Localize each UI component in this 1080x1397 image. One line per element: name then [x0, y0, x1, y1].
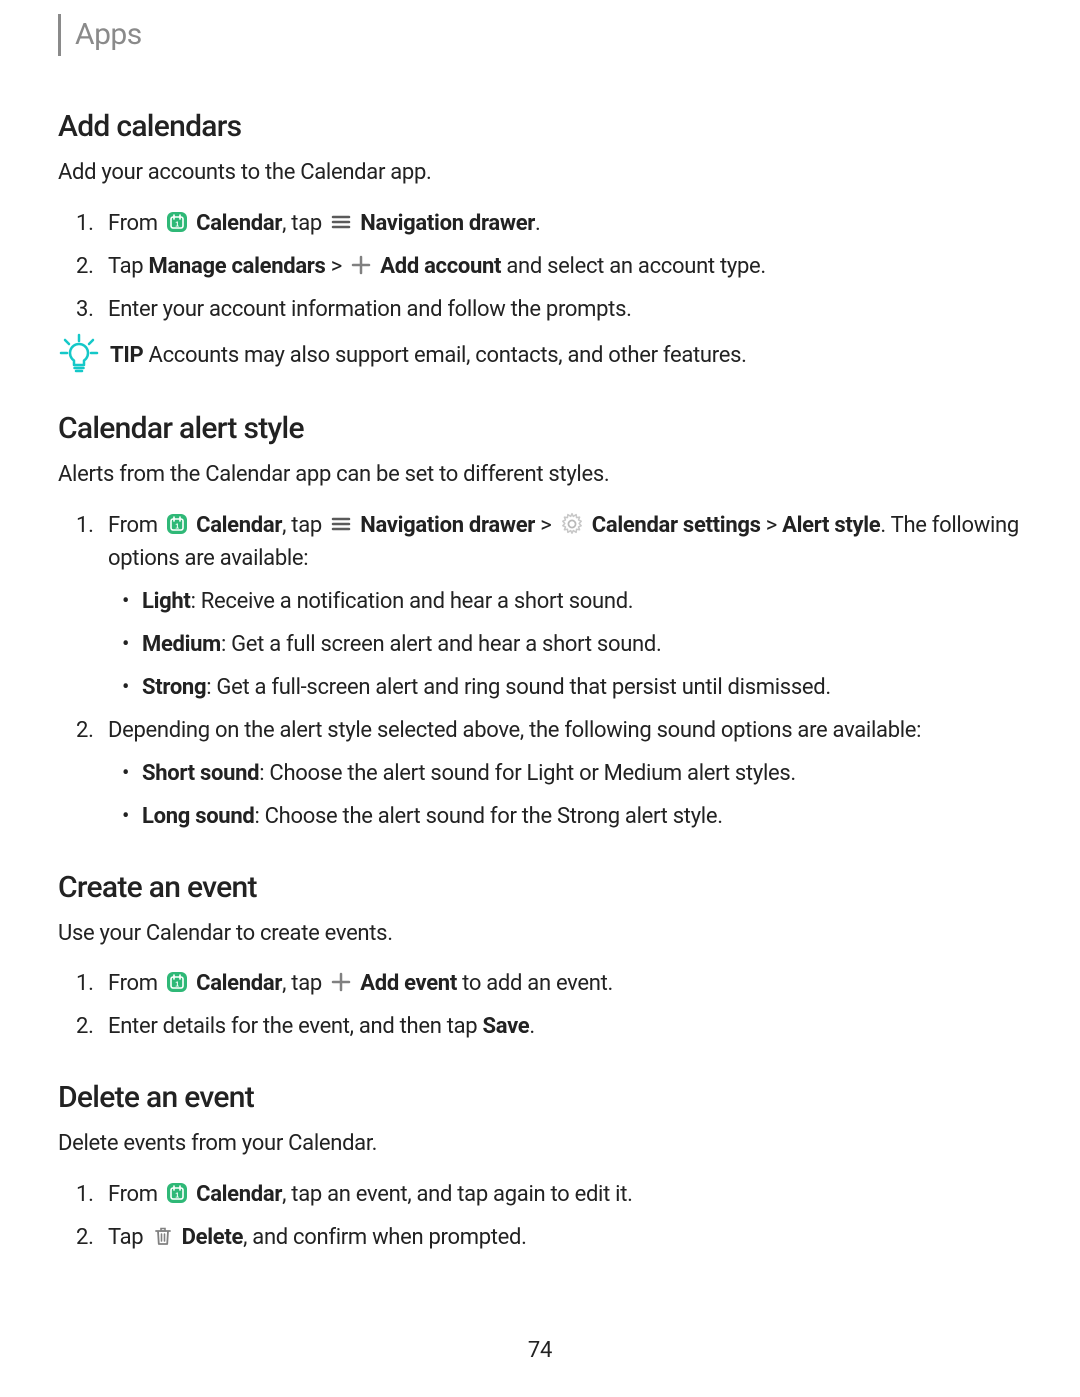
gear-icon: [559, 511, 585, 537]
list-item: Light: Receive a notification and hear a…: [142, 585, 1022, 618]
step: From Calendar, tap Navigation drawer.: [108, 207, 1022, 240]
page-number: 74: [0, 1336, 1080, 1367]
heading-alert-style: Calendar alert style: [58, 408, 1022, 450]
page-header: Apps: [58, 0, 1022, 56]
plus-icon: [329, 970, 353, 994]
tip-text: TIP Accounts may also support email, con…: [110, 340, 747, 372]
list-item: Medium: Get a full screen alert and hear…: [142, 628, 1022, 661]
heading-add-calendars: Add calendars: [58, 106, 1022, 148]
list-item: Short sound: Choose the alert sound for …: [142, 757, 1022, 790]
intro-alert-style: Alerts from the Calendar app can be set …: [58, 460, 1022, 491]
step: Enter details for the event, and then ta…: [108, 1010, 1022, 1043]
tip-icon: [58, 332, 100, 374]
navigation-drawer-icon: [329, 512, 353, 536]
alert-options: Light: Receive a notification and hear a…: [108, 585, 1022, 704]
step: Tap Manage calendars > Add account and s…: [108, 250, 1022, 283]
header-rule: [58, 14, 61, 56]
step: From Calendar, tap Add event to add an e…: [108, 967, 1022, 1000]
step: Tap Delete, and confirm when prompted.: [108, 1221, 1022, 1254]
calendar-icon: [165, 970, 189, 994]
step: Depending on the alert style selected ab…: [108, 714, 1022, 833]
sound-options: Short sound: Choose the alert sound for …: [108, 757, 1022, 833]
steps-create-event: From Calendar, tap Add event to add an e…: [58, 967, 1022, 1043]
intro-add-calendars: Add your accounts to the Calendar app.: [58, 158, 1022, 189]
list-item: Strong: Get a full-screen alert and ring…: [142, 671, 1022, 704]
intro-create-event: Use your Calendar to create events.: [58, 919, 1022, 950]
page-title: Apps: [75, 14, 142, 56]
trash-icon: [151, 1224, 175, 1248]
plus-icon: [349, 253, 373, 277]
steps-delete-event: From Calendar, tap an event, and tap aga…: [58, 1178, 1022, 1254]
step: From Calendar, tap Navigation drawer > C…: [108, 509, 1022, 704]
list-item: Long sound: Choose the alert sound for t…: [142, 800, 1022, 833]
step: Enter your account information and follo…: [108, 293, 1022, 326]
calendar-icon: [165, 512, 189, 536]
calendar-icon: [165, 210, 189, 234]
step: From Calendar, tap an event, and tap aga…: [108, 1178, 1022, 1211]
calendar-icon: [165, 1181, 189, 1205]
heading-create-event: Create an event: [58, 867, 1022, 909]
heading-delete-event: Delete an event: [58, 1077, 1022, 1119]
steps-alert-style: From Calendar, tap Navigation drawer > C…: [58, 509, 1022, 833]
tip-box: TIP Accounts may also support email, con…: [58, 340, 1022, 374]
steps-add-calendars: From Calendar, tap Navigation drawer. Ta…: [58, 207, 1022, 326]
navigation-drawer-icon: [329, 210, 353, 234]
intro-delete-event: Delete events from your Calendar.: [58, 1129, 1022, 1160]
